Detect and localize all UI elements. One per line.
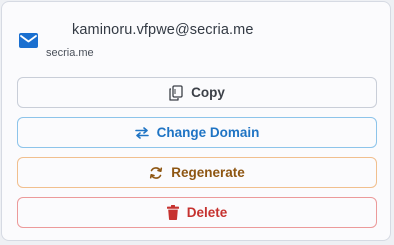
regenerate-button-label: Regenerate: [171, 165, 245, 180]
email-header: kaminoru.vfpwe@secria.me secria.me: [2, 2, 390, 68]
email-address: kaminoru.vfpwe@secria.me: [72, 22, 254, 38]
delete-button[interactable]: Delete: [17, 197, 377, 228]
swap-arrows-icon: [134, 126, 149, 139]
mail-icon: [19, 33, 38, 48]
delete-button-label: Delete: [186, 205, 228, 220]
change-domain-button-label: Change Domain: [156, 125, 260, 140]
email-domain: secria.me: [46, 47, 94, 59]
email-alias-card: kaminoru.vfpwe@secria.me secria.me Copy …: [1, 1, 391, 241]
copy-button[interactable]: Copy: [17, 77, 377, 108]
trash-icon: [166, 205, 179, 220]
copy-button-label: Copy: [191, 85, 225, 100]
regenerate-button[interactable]: Regenerate: [17, 157, 377, 188]
copy-icon: [169, 84, 183, 101]
refresh-icon: [149, 166, 163, 180]
change-domain-button[interactable]: Change Domain: [17, 117, 377, 148]
